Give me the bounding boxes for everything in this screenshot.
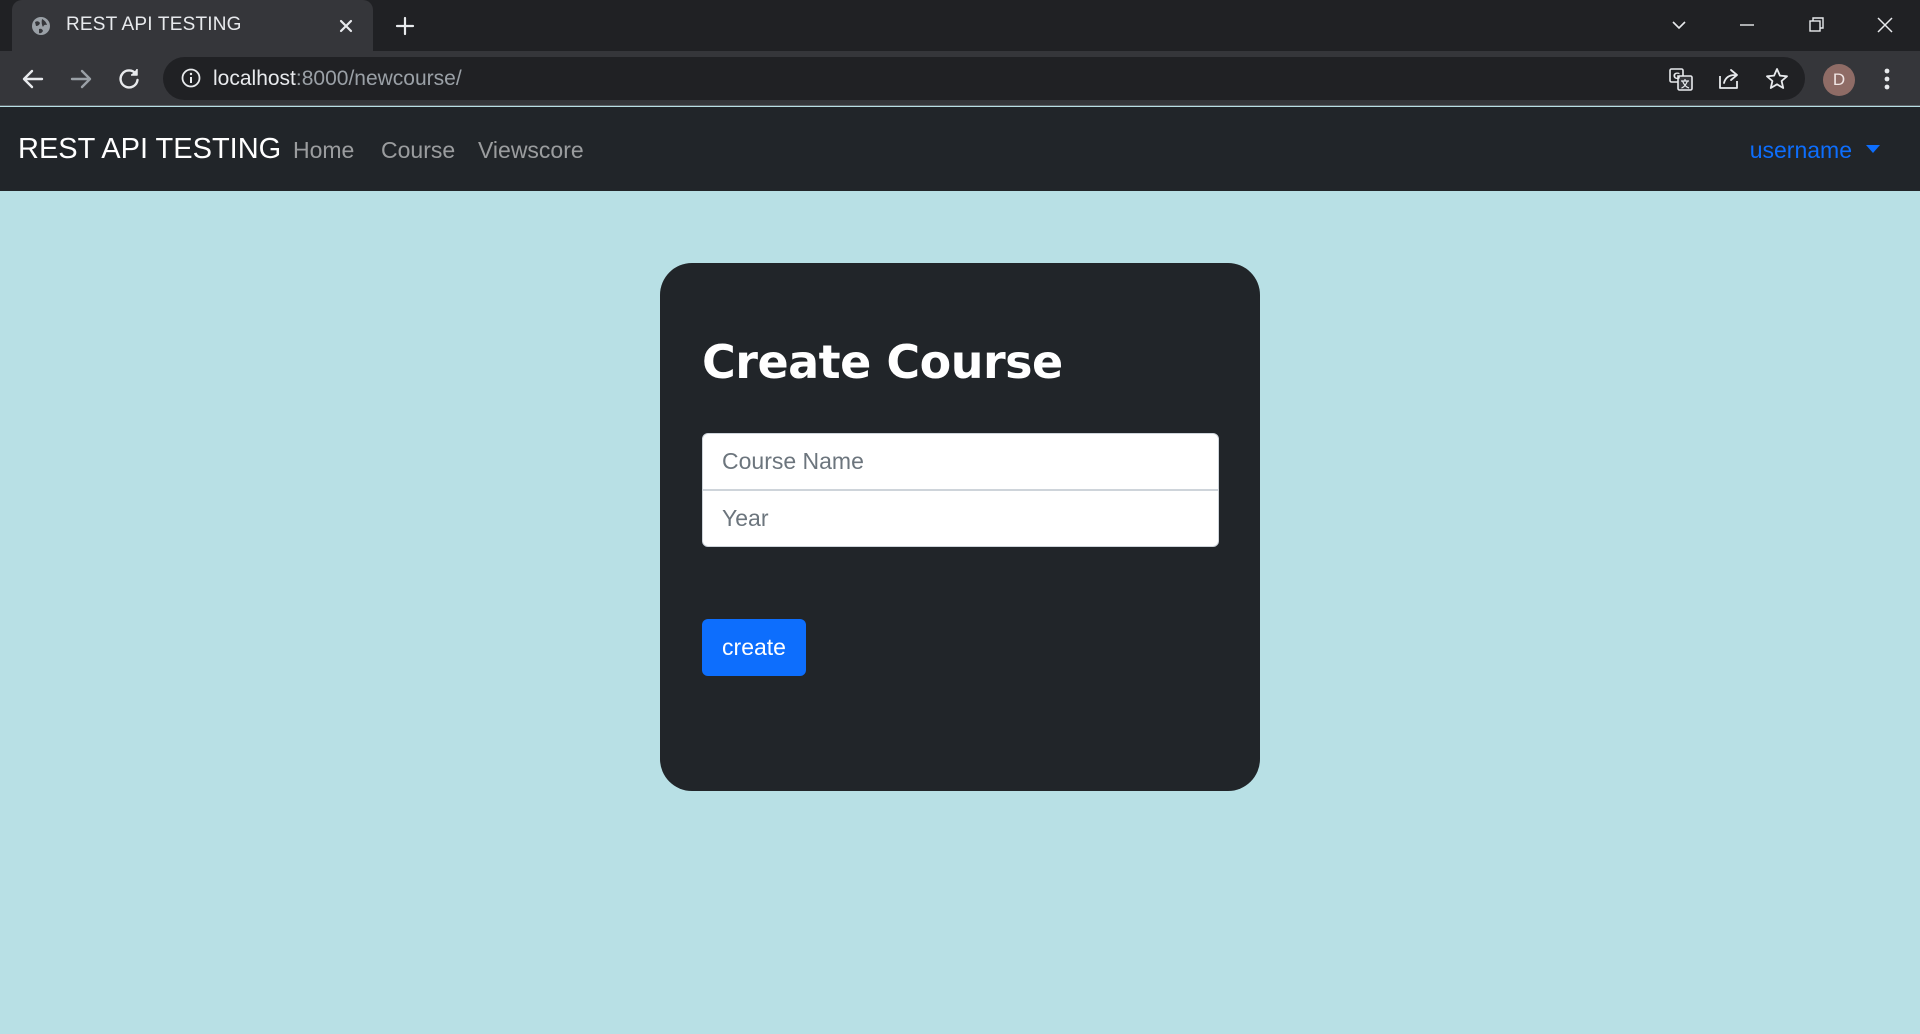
share-icon[interactable] xyxy=(1716,66,1742,92)
user-dropdown[interactable]: username xyxy=(1750,137,1880,164)
avatar[interactable]: D xyxy=(1823,64,1855,96)
plus-icon[interactable] xyxy=(393,14,417,38)
more-vert-icon[interactable] xyxy=(1875,65,1899,93)
globe-icon xyxy=(32,17,50,35)
user-dropdown-label: username xyxy=(1749,137,1852,163)
browser-toolbar: localhost:8000/newcourse/ G D xyxy=(0,51,1920,106)
url-path: :8000/newcourse/ xyxy=(295,67,462,90)
browser-tab[interactable]: REST API TESTING xyxy=(12,0,373,51)
chevron-down-icon[interactable] xyxy=(1666,12,1692,38)
close-window-icon[interactable] xyxy=(1872,12,1898,38)
back-icon[interactable] xyxy=(19,65,47,93)
close-icon[interactable] xyxy=(335,15,357,37)
caret-down-icon xyxy=(1866,144,1880,153)
course-name-input[interactable] xyxy=(702,433,1219,490)
url-text[interactable]: localhost:8000/newcourse/ xyxy=(213,67,462,91)
reload-icon[interactable] xyxy=(115,65,143,93)
page-title: Create Course xyxy=(702,335,1063,389)
browser-tab-strip: REST API TESTING xyxy=(0,0,1920,51)
year-input[interactable] xyxy=(702,490,1219,547)
translate-icon[interactable]: G xyxy=(1668,66,1694,92)
url-host: localhost xyxy=(213,67,296,90)
svg-text:G: G xyxy=(1673,72,1680,82)
minimize-icon[interactable] xyxy=(1734,12,1760,38)
create-course-card: Create Course create xyxy=(660,263,1260,791)
app-navbar: REST API TESTING Home Course Viewscore u… xyxy=(0,107,1920,191)
navbar-brand[interactable]: REST API TESTING xyxy=(18,133,281,166)
star-icon[interactable] xyxy=(1764,66,1790,92)
nav-link-home[interactable]: Home xyxy=(293,137,354,164)
address-bar[interactable]: localhost:8000/newcourse/ G xyxy=(163,57,1805,100)
forward-icon[interactable] xyxy=(67,65,95,93)
create-button[interactable]: create xyxy=(702,619,806,676)
tab-title: REST API TESTING xyxy=(66,14,242,35)
nav-link-course[interactable]: Course xyxy=(381,137,455,164)
restore-icon[interactable] xyxy=(1803,12,1829,38)
info-icon[interactable] xyxy=(180,67,202,89)
nav-link-viewscore[interactable]: Viewscore xyxy=(478,137,584,164)
